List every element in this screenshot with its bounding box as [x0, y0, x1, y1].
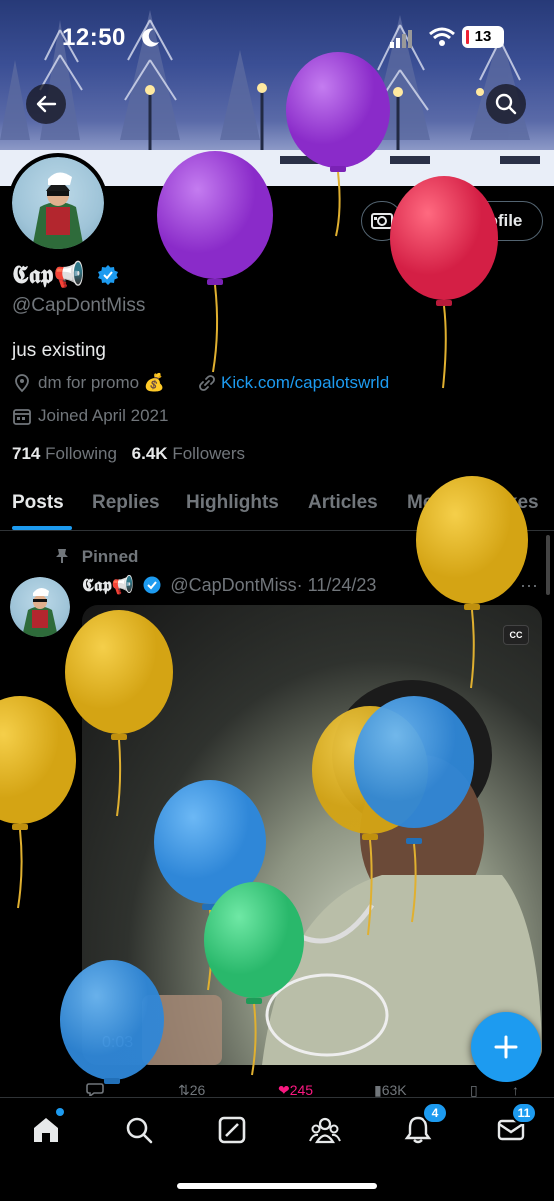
- profile-handle: @CapDontMiss: [12, 295, 146, 316]
- calendar-icon: [13, 409, 31, 425]
- video-timestamp: 0:03: [102, 1034, 134, 1051]
- profile-website[interactable]: Kick.com/capalotswrld: [197, 373, 389, 393]
- profile-avatar[interactable]: [8, 153, 108, 253]
- pinned-label: Pinned: [55, 547, 138, 567]
- edit-profile-button[interactable]: Edit profile: [413, 201, 543, 241]
- home-unread-dot: [56, 1108, 64, 1116]
- location-text: dm for promo 💰: [38, 373, 165, 392]
- tab-likes[interactable]: Likes: [490, 492, 539, 514]
- website-link[interactable]: Kick.com/capalotswrld: [221, 373, 389, 393]
- nav-notifications[interactable]: 4: [400, 1102, 448, 1148]
- tab-articles[interactable]: Articles: [308, 492, 378, 514]
- following-count: 714: [12, 444, 41, 463]
- post-author-handle[interactable]: @CapDontMiss: [170, 575, 296, 595]
- post-more-button[interactable]: ···: [520, 575, 538, 596]
- signal-icon: [390, 30, 414, 53]
- share-button[interactable]: ↑: [512, 1082, 519, 1098]
- views-count: 63K: [381, 1082, 407, 1098]
- search-icon: [126, 1117, 153, 1144]
- followers-link[interactable]: 6.4K Followers: [132, 444, 245, 463]
- like-count: 245: [289, 1082, 314, 1098]
- profile-joined: Joined April 2021: [12, 406, 168, 426]
- post-header: 𝕮𝖆𝖕📢 @CapDontMiss· 11/24/23: [82, 575, 376, 596]
- messages-badge: 11: [511, 1102, 537, 1124]
- tab-highlights[interactable]: Highlights: [186, 492, 279, 514]
- home-indicator[interactable]: [177, 1183, 377, 1189]
- balloon-yellow: [0, 696, 76, 909]
- post-author-avatar[interactable]: [10, 577, 70, 637]
- video-frame: [142, 680, 542, 1065]
- captions-button[interactable]: CC: [503, 625, 529, 645]
- search-icon: [495, 93, 517, 115]
- profile-tabs: Posts Replies Highlights Articles Media …: [0, 488, 554, 531]
- reply-icon: [86, 1083, 104, 1098]
- follow-stats: 714 Following 6.4K Followers: [12, 444, 245, 464]
- battery-indicator: 13: [462, 26, 504, 48]
- display-name: 𝕮𝖆𝖕📢: [12, 260, 119, 290]
- nav-home[interactable]: [28, 1108, 64, 1148]
- tab-replies[interactable]: Replies: [92, 492, 160, 514]
- tab-media[interactable]: Media: [407, 492, 461, 514]
- following-label: Following: [45, 444, 117, 463]
- camera-icon: [371, 213, 393, 229]
- tab-posts[interactable]: Posts: [12, 492, 64, 514]
- nav-search[interactable]: [121, 1112, 157, 1148]
- pinned-text: Pinned: [81, 547, 139, 566]
- home-icon: [34, 1118, 58, 1142]
- wifi-icon: [428, 26, 456, 53]
- battery-level: 13: [474, 28, 492, 45]
- scrollbar[interactable]: [546, 535, 550, 595]
- followers-label: Followers: [172, 444, 246, 463]
- camera-button[interactable]: [361, 201, 403, 241]
- status-time: 12:50: [62, 24, 126, 51]
- display-name-text: 𝕮𝖆𝖕📢: [12, 260, 85, 289]
- back-arrow-icon: [36, 95, 57, 113]
- active-tab-indicator: [12, 526, 72, 530]
- plus-icon: [494, 1035, 518, 1059]
- nav-messages[interactable]: 11: [493, 1102, 537, 1148]
- joined-text: Joined April 2021: [38, 406, 169, 425]
- retweet-count: 26: [189, 1082, 206, 1098]
- post-date: · 11/24/23: [296, 575, 377, 595]
- notifications-badge: 4: [422, 1102, 448, 1124]
- profile-location: dm for promo 💰: [12, 373, 165, 393]
- banner-search-button[interactable]: [486, 84, 526, 124]
- verified-icon: [143, 576, 161, 594]
- compose-button[interactable]: [471, 1012, 541, 1082]
- location-icon: [15, 374, 29, 393]
- moon-icon: [140, 26, 162, 53]
- post-author-name[interactable]: 𝕮𝖆𝖕📢: [82, 575, 134, 596]
- following-link[interactable]: 714 Following: [12, 444, 117, 463]
- profile-bio: jus existing: [12, 340, 106, 361]
- grok-icon: [218, 1116, 246, 1144]
- nav-communities[interactable]: [307, 1112, 343, 1148]
- verified-icon: [98, 265, 119, 285]
- nav-grok[interactable]: [214, 1112, 250, 1148]
- communities-icon: [309, 1117, 341, 1144]
- link-icon: [199, 375, 215, 391]
- back-button[interactable]: [26, 84, 66, 124]
- post-video[interactable]: [82, 605, 542, 1065]
- followers-count: 6.4K: [131, 444, 168, 463]
- pin-icon: [56, 549, 68, 563]
